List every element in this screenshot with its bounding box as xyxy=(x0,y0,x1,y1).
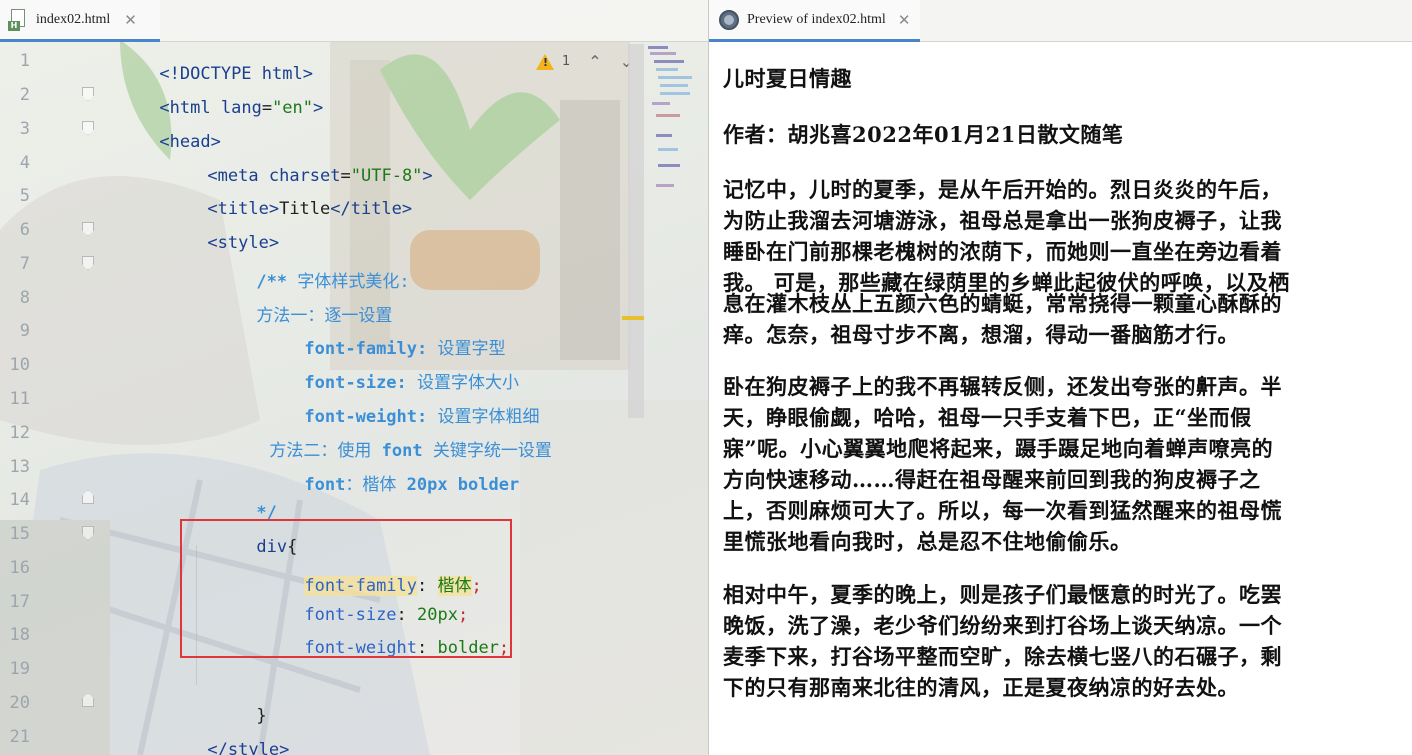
code-line-3: <head> xyxy=(159,132,221,152)
preview-text-line: 息在灌木枝丛上五颜六色的蜻蜓，常常挠得一颗童心酥酥的 xyxy=(723,291,1282,316)
code-line-12: 方法二：使用 font 关键字统一设置 xyxy=(269,441,552,461)
fold-marker-div-end[interactable] xyxy=(82,693,94,707)
code-line-1: <!DOCTYPE html> xyxy=(159,64,313,84)
line-number: 12 xyxy=(9,423,30,443)
code-line-5: <title>Title</title> xyxy=(207,199,413,219)
fold-marker-style[interactable] xyxy=(82,222,94,236)
code-line-20: } xyxy=(256,706,267,726)
code-line-4: <meta charset="UTF-8"> xyxy=(207,166,433,186)
highlight-annotation-box xyxy=(180,519,512,658)
line-number: 14 xyxy=(9,490,30,510)
tab-label: index02.html xyxy=(36,11,111,27)
line-number: 3 xyxy=(19,119,30,139)
code-line-2: <html lang="en"> xyxy=(159,98,324,118)
code-minimap[interactable] xyxy=(646,44,708,204)
fold-marker-comment[interactable] xyxy=(82,256,94,270)
preview-text-line: 寐”呢。小心翼翼地爬将起来，蹑手蹑足地向着蝉声嘹亮的 xyxy=(723,436,1274,461)
code-line-11: font-weight: 设置字体粗细 xyxy=(304,407,540,427)
line-number: 16 xyxy=(9,558,30,578)
fold-marker-div[interactable] xyxy=(82,526,94,540)
inspection-widget[interactable]: 1 ⌃ ⌄ xyxy=(536,52,633,71)
globe-icon xyxy=(719,9,739,30)
preview-pane: Preview of index02.html ✕ 儿时夏日情趣 作者：胡兆喜2… xyxy=(708,0,1412,755)
code-line-14: */ xyxy=(256,503,277,523)
close-icon[interactable]: ✕ xyxy=(898,11,911,29)
line-number: 20 xyxy=(9,693,30,713)
preview-text-line: 为防止我溜去河塘游泳，祖母总是拿出一张狗皮褥子，让我 xyxy=(723,208,1282,233)
line-number: 9 xyxy=(19,321,30,341)
preview-text-line: 天，睁眼偷觑，哈哈，祖母一只手支着下巴，正“坐而假 xyxy=(723,405,1252,430)
fold-marker-head[interactable] xyxy=(82,121,94,135)
code-line-8: 方法一：逐一设置 xyxy=(256,306,393,326)
preview-author: 作者：胡兆喜2022年01月21日散文随笔 xyxy=(723,122,1124,147)
preview-text-line: 记忆中，儿时的夏季，是从午后开始的。烈日炎炎的午后， xyxy=(723,177,1282,202)
line-number: 10 xyxy=(9,355,30,375)
preview-text-line: 痒。怎奈，祖母寸步不离，想溜，得动一番脑筋才行。 xyxy=(723,322,1239,347)
line-number: 19 xyxy=(9,659,30,679)
line-number: 13 xyxy=(9,457,30,477)
line-number: 17 xyxy=(9,592,30,612)
code-line-9: font-family: 设置字型 xyxy=(304,339,506,359)
preview-title: 儿时夏日情趣 xyxy=(723,66,852,91)
line-number: 7 xyxy=(19,254,30,274)
code-line-21: </style> xyxy=(207,740,290,755)
line-number: 6 xyxy=(19,220,30,240)
code-line-6: <style> xyxy=(207,233,280,253)
line-number-gutter: 1 2 3 4 5 6 7 8 9 10 11 12 13 14 15 16 1… xyxy=(0,44,60,755)
line-number: 21 xyxy=(9,727,30,747)
editor-pane: H index02.html ✕ 1 ⌃ ⌄ 1 2 3 4 5 6 7 8 9… xyxy=(0,0,708,755)
preview-text-line: 晚饭，洗了澡，老少爷们纷纷来到打谷场上谈天纳凉。一个 xyxy=(723,613,1282,638)
line-number: 4 xyxy=(19,153,30,173)
line-number: 15 xyxy=(9,524,30,544)
preview-text-line: 睡卧在门前那棵老槐树的浓荫下，而她则一直坐在旁边看着 xyxy=(723,239,1282,264)
preview-text-line: 上，否则麻烦可大了。所以，每一次看到猛然醒来的祖母慌 xyxy=(723,498,1282,523)
code-line-13: font：楷体 20px bolder xyxy=(304,475,520,495)
scrollbar-marker xyxy=(622,316,644,320)
tab-preview-index02[interactable]: Preview of index02.html ✕ xyxy=(709,0,921,42)
preview-text-line: 里慌张地看向我时，总是忍不住地偷偷乐。 xyxy=(723,529,1132,554)
fold-marker-comment-end[interactable] xyxy=(82,490,94,504)
preview-text-line: 下的只有那南来北往的清风，正是夏夜纳凉的好去处。 xyxy=(723,675,1239,700)
preview-text-line: 相对中午，夏季的晚上，则是孩子们最惬意的时光了。吃罢 xyxy=(723,582,1282,607)
code-line-10: font-size: 设置字体大小 xyxy=(304,373,520,393)
preview-tab-bar: Preview of index02.html ✕ xyxy=(709,0,1412,42)
html-file-icon: H xyxy=(8,8,28,31)
line-number: 18 xyxy=(9,625,30,645)
editor-tab-bar: H index02.html ✕ xyxy=(0,0,708,42)
line-number: 8 xyxy=(19,288,30,308)
preview-text-line: 卧在狗皮褥子上的我不再辗转反侧，还发出夸张的鼾声。半 xyxy=(723,374,1282,399)
warning-icon[interactable] xyxy=(536,53,554,70)
chevron-up-icon[interactable]: ⌃ xyxy=(588,52,601,71)
line-number: 11 xyxy=(9,389,30,409)
line-number: 2 xyxy=(19,85,30,105)
tab-index02-html[interactable]: H index02.html ✕ xyxy=(0,0,160,42)
close-icon[interactable]: ✕ xyxy=(124,11,137,29)
tab-label: Preview of index02.html xyxy=(747,11,886,27)
preview-text-line: 方向快速移动……得赶在祖母醒来前回到我的狗皮褥子之 xyxy=(723,467,1261,492)
line-number: 5 xyxy=(19,186,30,206)
preview-text-line: 麦季下来，打谷场平整而空旷，除去横七竖八的石碾子，剩 xyxy=(723,644,1282,669)
warning-count: 1 xyxy=(562,54,571,69)
line-number: 1 xyxy=(19,51,30,71)
fold-marker-html[interactable] xyxy=(82,87,94,101)
vertical-scrollbar[interactable] xyxy=(628,44,644,418)
code-line-7: /** 字体样式美化: xyxy=(256,272,410,292)
